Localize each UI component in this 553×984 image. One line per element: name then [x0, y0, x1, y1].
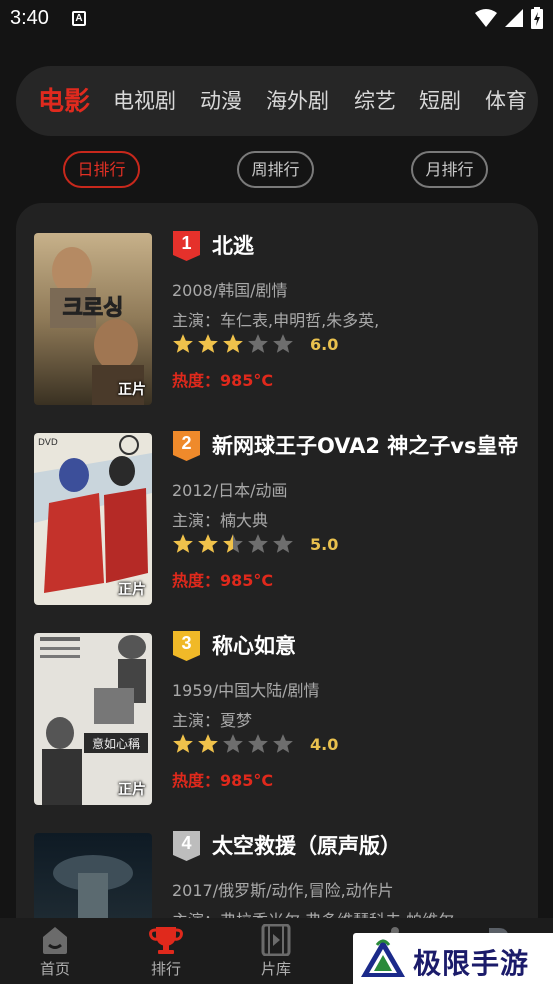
movie-meta: 2008/韩国/剧情 — [172, 281, 288, 300]
tab-tv-series[interactable]: 电视剧 — [113, 85, 176, 115]
status-bar: 3:40 A — [0, 0, 553, 38]
rank-badge: 3 — [173, 631, 200, 661]
star-icon — [173, 734, 193, 753]
nav-label: 首页 — [39, 960, 70, 978]
movie-meta: 2017/俄罗斯/动作,冒险,动作片 — [172, 881, 394, 900]
movie-meta: 1959/中国大陆/剧情 — [172, 681, 320, 700]
star-icon — [173, 534, 193, 553]
star-icon — [223, 534, 243, 553]
nav-ranking[interactable]: 排行 — [131, 924, 201, 979]
svg-text:DVD: DVD — [38, 438, 58, 448]
ranking-list: 크로싱 正片 1 北逃 2008/韩国/剧情 主演：车仁表,申明哲,朱多英, 6… — [16, 203, 538, 943]
notification-a-icon: A — [72, 11, 86, 26]
movie-title[interactable]: 称心如意 — [212, 630, 522, 660]
nav-label: 排行 — [150, 960, 181, 978]
nav-home[interactable]: 首页 — [20, 924, 90, 979]
heat-value: 热度：985°C — [172, 771, 274, 790]
daily-rank-button[interactable]: 日排行 — [63, 151, 140, 188]
poster-badge: 正片 — [118, 582, 146, 598]
star-icon — [198, 734, 218, 753]
poster-image[interactable]: DVD 正片 — [34, 433, 152, 605]
monthly-rank-button[interactable]: 月排行 — [411, 151, 488, 188]
poster-image[interactable]: 意如心稱 正片 — [34, 633, 152, 805]
category-tabs: 电影 电视剧 动漫 海外剧 综艺 短剧 体育 — [16, 66, 538, 136]
tab-short-drama[interactable]: 短剧 — [419, 85, 461, 115]
nav-library[interactable]: 片库 — [241, 924, 311, 979]
movie-score: 4.0 — [310, 735, 339, 754]
poster-badge: 正片 — [118, 782, 146, 798]
star-icon — [173, 334, 193, 353]
poster-image[interactable]: 크로싱 正片 — [34, 233, 152, 405]
movie-score: 6.0 — [310, 335, 339, 354]
movie-meta: 2012/日本/动画 — [172, 481, 288, 500]
star-icon — [248, 534, 268, 553]
star-icon — [223, 334, 243, 353]
tab-anime[interactable]: 动漫 — [200, 85, 242, 115]
movie-cast: 主演：车仁表,申明哲,朱多英, — [172, 311, 380, 330]
heat-value: 热度：985°C — [172, 371, 274, 390]
status-icons — [475, 7, 543, 29]
trophy-icon — [149, 927, 183, 954]
site-watermark: 极限手游网 — [353, 933, 553, 984]
star-icon — [273, 334, 293, 353]
star-rating — [172, 533, 294, 555]
star-icon — [273, 534, 293, 553]
star-icon — [223, 734, 243, 753]
rank-badge: 2 — [173, 431, 200, 461]
battery-icon — [531, 7, 543, 29]
signal-icon — [505, 9, 523, 27]
tab-variety[interactable]: 综艺 — [354, 85, 396, 115]
weekly-rank-button[interactable]: 周排行 — [237, 151, 314, 188]
svg-text:意如心稱: 意如心稱 — [92, 736, 140, 751]
rank-badge: 1 — [173, 231, 200, 261]
film-icon — [261, 924, 291, 956]
movie-title[interactable]: 北逃 — [212, 230, 522, 260]
svg-text:크로싱: 크로싱 — [63, 296, 124, 321]
movie-cast: 主演：夏梦 — [172, 711, 253, 730]
watermark-text: 极限手游网 — [413, 947, 530, 980]
star-icon — [248, 734, 268, 753]
tab-movie[interactable]: 电影 — [38, 81, 90, 118]
home-icon — [43, 927, 67, 954]
star-rating — [172, 333, 294, 355]
ji-logo-icon — [361, 939, 405, 977]
star-icon — [198, 534, 218, 553]
movie-score: 5.0 — [310, 535, 339, 554]
tab-sports[interactable]: 体育 — [485, 85, 527, 115]
list-item[interactable]: 意如心稱 正片 3 称心如意 1959/中国大陆/剧情 主演：夏梦 4.0 热度… — [16, 603, 538, 805]
nav-label: 片库 — [260, 960, 291, 978]
heat-value: 热度：985°C — [172, 571, 274, 590]
movie-title[interactable]: 太空救援（原声版） — [212, 830, 522, 860]
movie-cast: 主演：楠大典 — [172, 511, 269, 530]
star-icon — [248, 334, 268, 353]
star-icon — [198, 334, 218, 353]
poster-badge: 正片 — [118, 382, 146, 398]
list-item[interactable]: 크로싱 正片 1 北逃 2008/韩国/剧情 主演：车仁表,申明哲,朱多英, 6… — [16, 203, 538, 405]
tab-overseas-series[interactable]: 海外剧 — [266, 85, 329, 115]
rank-badge: 4 — [173, 831, 200, 861]
star-rating — [172, 733, 294, 755]
status-time: 3:40 — [10, 7, 49, 29]
list-item[interactable]: DVD 正片 2 新网球王子OVA2 神之子vs皇帝 2012/日本/动画 主演… — [16, 403, 538, 605]
star-icon — [273, 734, 293, 753]
wifi-icon — [475, 9, 497, 27]
movie-title[interactable]: 新网球王子OVA2 神之子vs皇帝 — [212, 430, 522, 460]
